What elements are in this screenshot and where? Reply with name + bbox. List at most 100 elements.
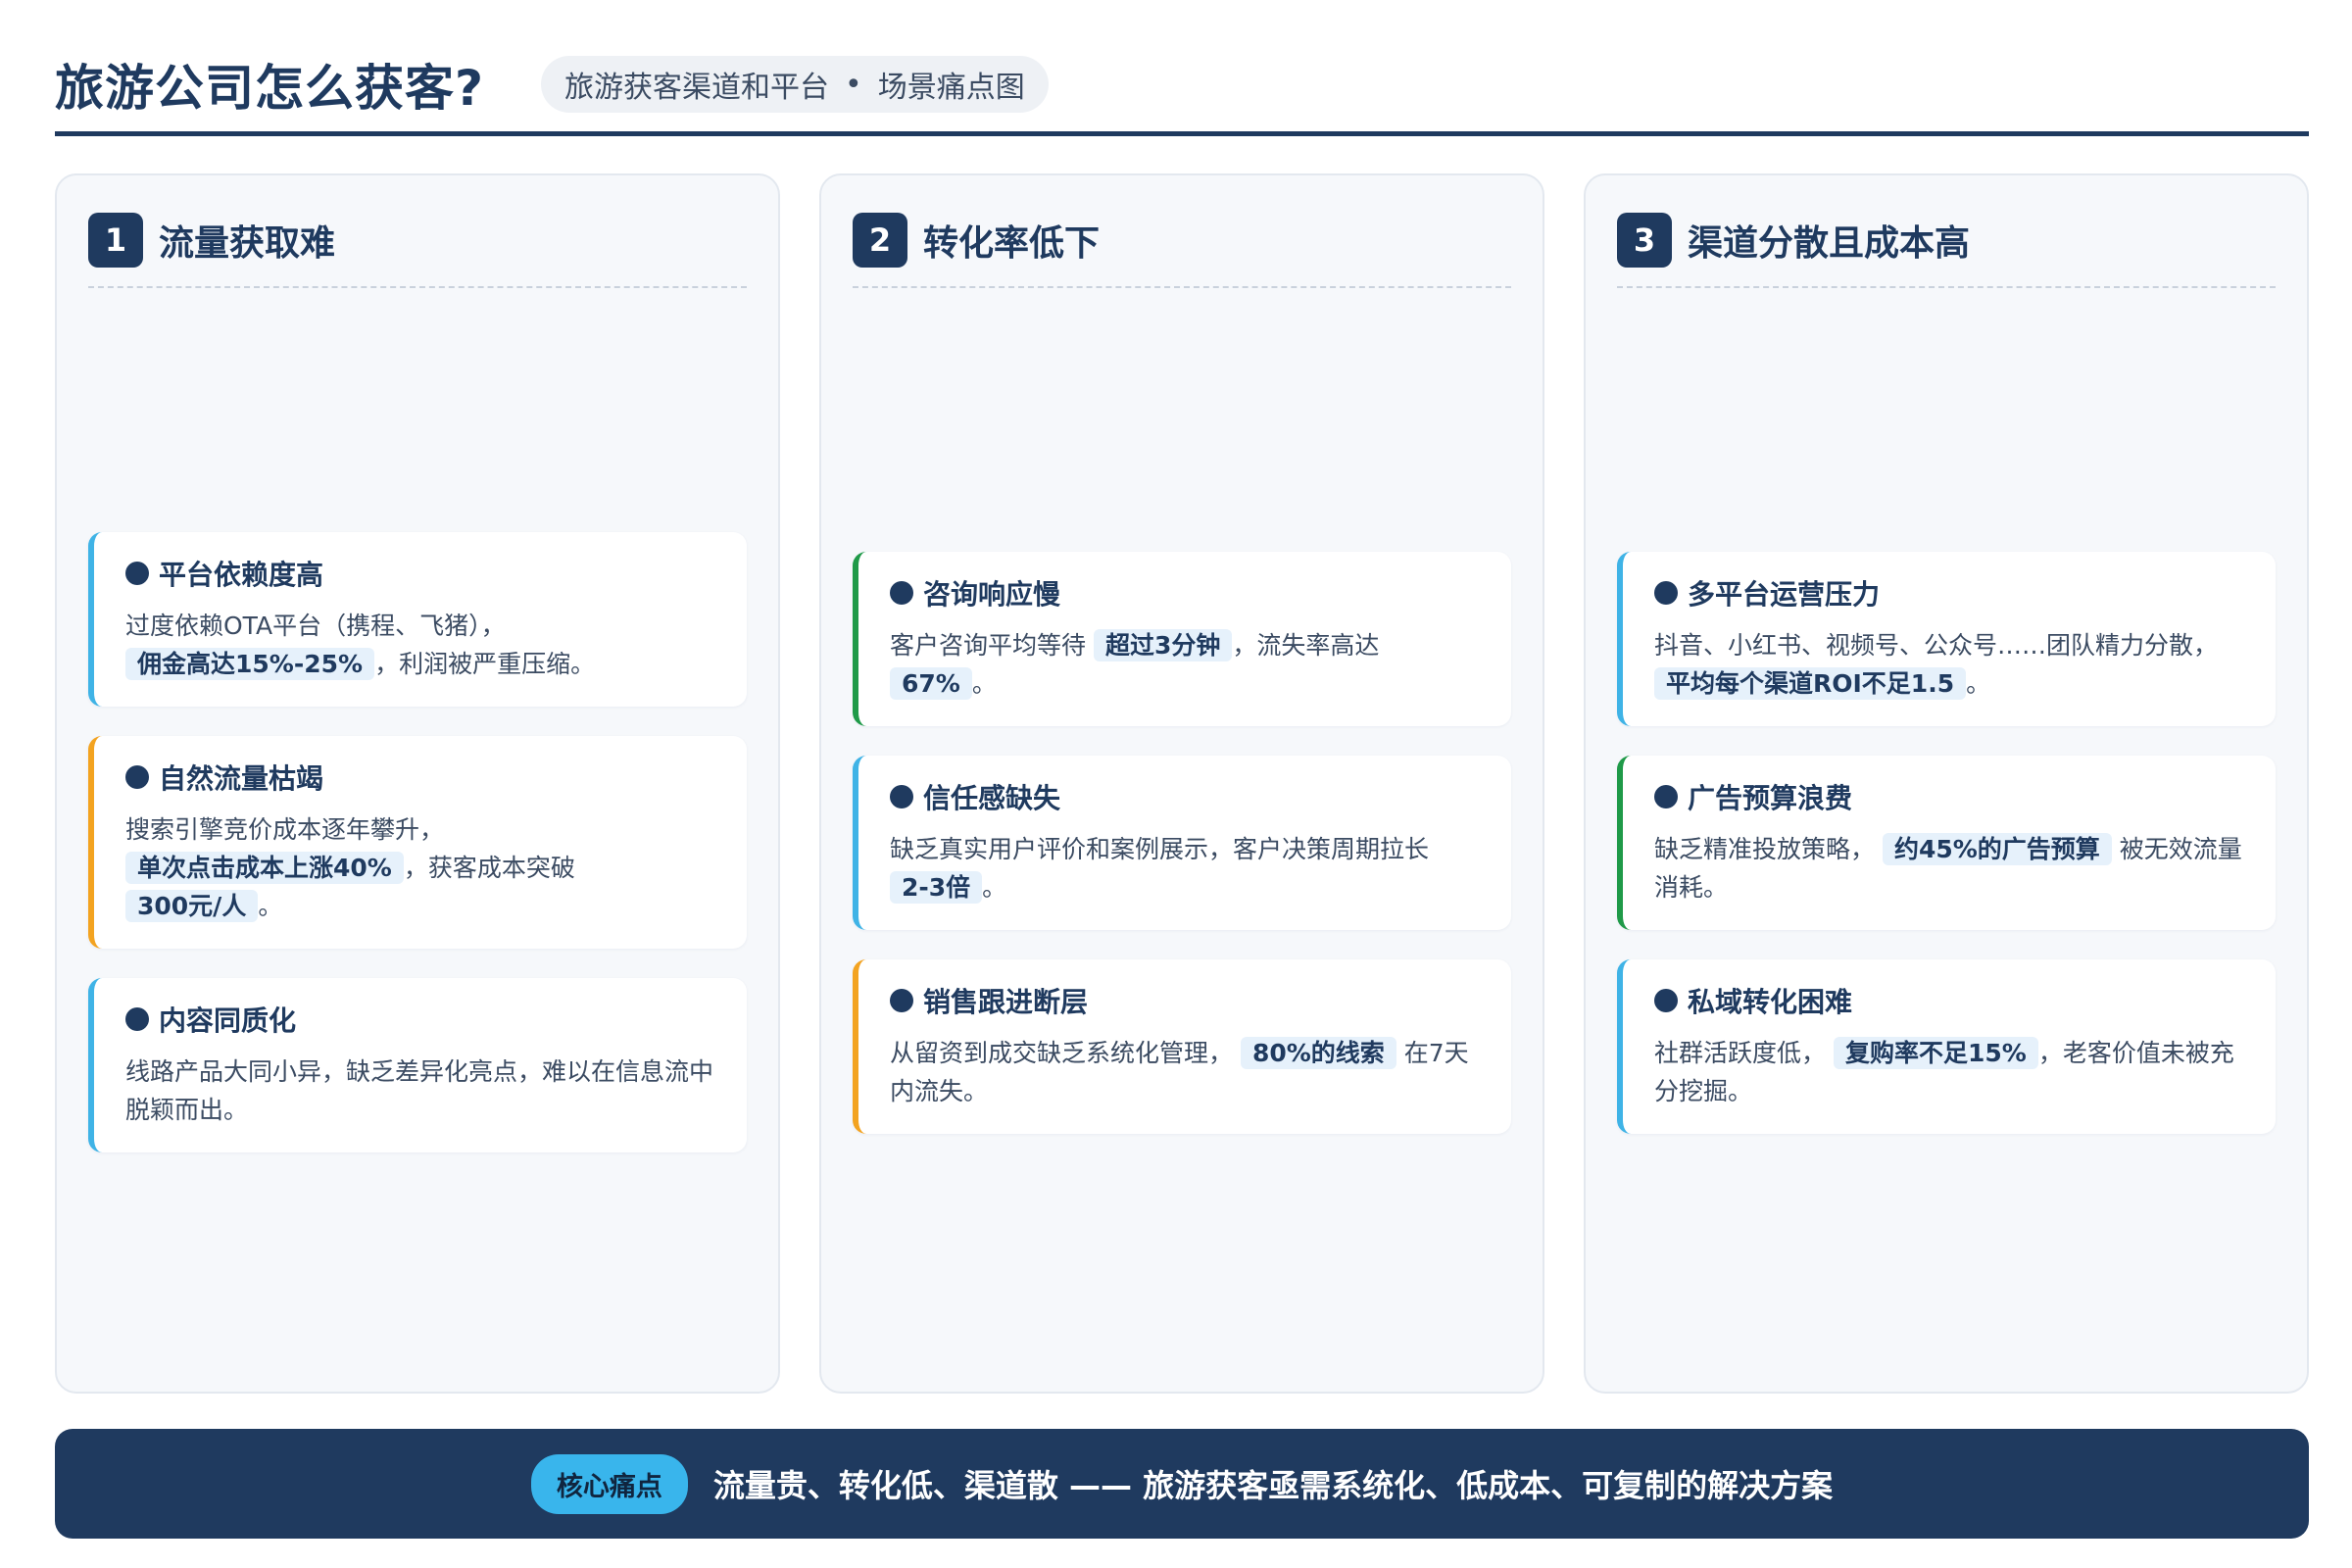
card-text: ，获客成本突破 — [403, 854, 575, 882]
card-body: 缺乏精准投放策略， 约45%的广告预算 被无效流量消耗。 — [1654, 830, 2246, 906]
card-title-text: 销售跟进断层 — [923, 985, 1089, 1018]
card-text: 线路产品大同小异，缺乏差异化亮点，难以在信息流中脱颖而出。 — [125, 1057, 714, 1124]
column-conversion: 2 转化率低下 咨询响应慢 客户咨询平均等待 超过3分钟 ，流失率高达 67%。 信… — [819, 173, 1544, 1394]
card-text: 。 — [982, 872, 1007, 902]
card-title-text: 内容同质化 — [159, 1004, 297, 1037]
column-divider — [1617, 286, 2276, 288]
pain-card: 多平台运营压力 抖音、小红书、视频号、公众号……团队精力分散， 平均每个渠道ROI… — [1617, 551, 2276, 726]
highlight-stat: 67% — [890, 666, 972, 700]
bullet-dot-icon — [1654, 580, 1678, 605]
card-title: 销售跟进断层 — [890, 981, 1482, 1020]
card-body: 从留资到成交缺乏系统化管理， 80%的线索 在7天内流失。 — [890, 1034, 1482, 1110]
pain-card: 平台依赖度高 过度依赖OTA平台（携程、飞猪）， 佣金高达15%-25% ，利润被严… — [88, 532, 747, 707]
highlight-stat: 约45%的广告预算 — [1882, 832, 2112, 865]
card-text: 。 — [1966, 668, 1991, 698]
bullet-dot-icon — [125, 765, 149, 789]
card-text: ，利润被严重压缩。 — [374, 650, 596, 678]
highlight-stat: 超过3分钟 — [1093, 628, 1233, 662]
column-title: 流量获取难 — [159, 223, 336, 264]
card-text: 。 — [258, 892, 283, 920]
subtitle-right: 场景痛点图 — [877, 71, 1025, 105]
highlight-stat: 复购率不足15% — [1833, 1036, 2038, 1069]
column-divider — [853, 286, 1511, 288]
core-pain-banner: 核心痛点 流量贵、转化低、渠道散 —— 旅游获客亟需系统化、低成本、可复制的解决… — [55, 1429, 2309, 1539]
card-text: 过度依赖OTA平台（携程、飞猪）， — [125, 612, 506, 640]
bullet-dot-icon — [1654, 988, 1678, 1012]
column-number-badge: 3 — [1617, 213, 1672, 268]
column-number-badge: 2 — [853, 213, 907, 268]
page-header: 旅游公司怎么获客? 旅游获客渠道和平台 • 场景痛点图 — [55, 35, 2309, 133]
highlight-stat: 平均每个渠道ROI不足1.5 — [1654, 666, 1967, 700]
card-body: 抖音、小红书、视频号、公众号……团队精力分散， 平均每个渠道ROI不足1.5。 — [1654, 626, 2246, 703]
card-text: 客户咨询平均等待 — [890, 630, 1087, 660]
pain-card: 私域转化困难 社群活跃度低， 复购率不足15% ，老客价值未被充分挖掘。 — [1617, 958, 2276, 1134]
card-title-text: 信任感缺失 — [923, 781, 1061, 814]
card-text: 缺乏真实用户评价和案例展示，客户决策周期拉长 — [890, 834, 1430, 863]
columns-container: 1 流量获取难 平台依赖度高 过度依赖OTA平台（携程、飞猪）， 佣金高达15%-… — [55, 173, 2309, 1394]
card-text: 搜索引擎竞价成本逐年攀升， — [125, 815, 445, 844]
card-title-text: 平台依赖度高 — [159, 559, 324, 591]
bullet-dot-icon — [1654, 784, 1678, 808]
card-body: 过度依赖OTA平台（携程、飞猪）， 佣金高达15%-25% ，利润被严重压缩。 — [125, 607, 717, 683]
card-title: 咨询响应慢 — [890, 573, 1482, 612]
pain-card: 内容同质化 线路产品大同小异，缺乏差异化亮点，难以在信息流中脱颖而出。 — [88, 978, 747, 1152]
card-body: 客户咨询平均等待 超过3分钟 ，流失率高达 67%。 — [890, 626, 1482, 703]
highlight-stat: 300元/人 — [125, 890, 259, 922]
card-title-text: 私域转化困难 — [1688, 985, 1853, 1018]
column-header: 1 流量获取难 — [88, 213, 747, 268]
card-title-text: 广告预算浪费 — [1688, 781, 1853, 814]
card-text: 抖音、小红书、视频号、公众号……团队精力分散， — [1654, 630, 2219, 660]
card-title: 多平台运营压力 — [1654, 573, 2246, 612]
page-title: 旅游公司怎么获客? — [55, 60, 485, 117]
card-body: 缺乏真实用户评价和案例展示，客户决策周期拉长 2-3倍。 — [890, 830, 1482, 906]
pain-card: 咨询响应慢 客户咨询平均等待 超过3分钟 ，流失率高达 67%。 — [853, 551, 1511, 726]
banner-tag: 核心痛点 — [530, 1453, 688, 1514]
bullet-dot-icon — [890, 580, 913, 605]
bullet-dot-icon — [125, 562, 149, 585]
bullet-dot-icon — [125, 1007, 149, 1031]
card-body: 搜索引擎竞价成本逐年攀升， 单次点击成本上涨40% ，获客成本突破 300元/人。 — [125, 810, 717, 925]
column-number-badge: 1 — [88, 213, 143, 268]
column-traffic: 1 流量获取难 平台依赖度高 过度依赖OTA平台（携程、飞猪）， 佣金高达15%-… — [55, 173, 780, 1394]
column-header: 3 渠道分散且成本高 — [1617, 213, 2276, 268]
card-title: 平台依赖度高 — [125, 554, 717, 593]
card-text: 缺乏精准投放策略， — [1654, 834, 1876, 863]
subtitle-pill: 旅游获客渠道和平台 • 场景痛点图 — [541, 56, 1049, 113]
pain-card: 广告预算浪费 缺乏精准投放策略， 约45%的广告预算 被无效流量消耗。 — [1617, 755, 2276, 930]
card-title: 自然流量枯竭 — [125, 758, 717, 797]
card-title: 私域转化困难 — [1654, 981, 2246, 1020]
card-text: 从留资到成交缺乏系统化管理， — [890, 1038, 1234, 1067]
column-channels: 3 渠道分散且成本高 多平台运营压力 抖音、小红书、视频号、公众号……团队精力分… — [1584, 173, 2309, 1394]
highlight-stat: 80%的线索 — [1240, 1036, 1396, 1069]
card-list: 咨询响应慢 客户咨询平均等待 超过3分钟 ，流失率高达 67%。 信任感缺失 缺乏真… — [853, 293, 1511, 1392]
card-title: 内容同质化 — [125, 1000, 717, 1039]
column-divider — [88, 286, 747, 288]
bullet-dot-icon — [890, 988, 913, 1012]
subtitle-left: 旅游获客渠道和平台 — [564, 71, 830, 105]
highlight-stat: 2-3倍 — [890, 870, 983, 904]
highlight-stat: 单次点击成本上涨40% — [125, 852, 404, 884]
pain-card: 信任感缺失 缺乏真实用户评价和案例展示，客户决策周期拉长 2-3倍。 — [853, 755, 1511, 930]
card-body: 社群活跃度低， 复购率不足15% ，老客价值未被充分挖掘。 — [1654, 1034, 2246, 1110]
pain-card: 销售跟进断层 从留资到成交缺乏系统化管理， 80%的线索 在7天内流失。 — [853, 958, 1511, 1134]
column-title: 转化率低下 — [923, 223, 1101, 264]
card-body: 线路产品大同小异，缺乏差异化亮点，难以在信息流中脱颖而出。 — [125, 1053, 717, 1129]
card-list: 多平台运营压力 抖音、小红书、视频号、公众号……团队精力分散， 平均每个渠道ROI… — [1617, 293, 2276, 1392]
banner-text: 流量贵、转化低、渠道散 —— 旅游获客亟需系统化、低成本、可复制的解决方案 — [712, 1467, 1834, 1504]
header-divider — [55, 131, 2309, 136]
card-title-text: 自然流量枯竭 — [159, 762, 324, 795]
card-text: 。 — [971, 668, 997, 698]
pain-card: 自然流量枯竭 搜索引擎竞价成本逐年攀升， 单次点击成本上涨40% ，获客成本突破 30… — [88, 736, 747, 949]
column-title: 渠道分散且成本高 — [1688, 223, 1971, 264]
card-list: 平台依赖度高 过度依赖OTA平台（携程、飞猪）， 佣金高达15%-25% ，利润被严… — [88, 293, 747, 1392]
card-title-text: 咨询响应慢 — [923, 577, 1061, 611]
highlight-stat: 佣金高达15%-25% — [125, 648, 375, 680]
column-header: 2 转化率低下 — [853, 213, 1511, 268]
card-title-text: 多平台运营压力 — [1688, 577, 1881, 611]
subtitle-separator: • — [845, 67, 862, 102]
card-title: 信任感缺失 — [890, 777, 1482, 816]
bullet-dot-icon — [890, 784, 913, 808]
card-text: 社群活跃度低， — [1654, 1038, 1827, 1067]
card-text: ，流失率高达 — [1232, 630, 1380, 660]
card-title: 广告预算浪费 — [1654, 777, 2246, 816]
